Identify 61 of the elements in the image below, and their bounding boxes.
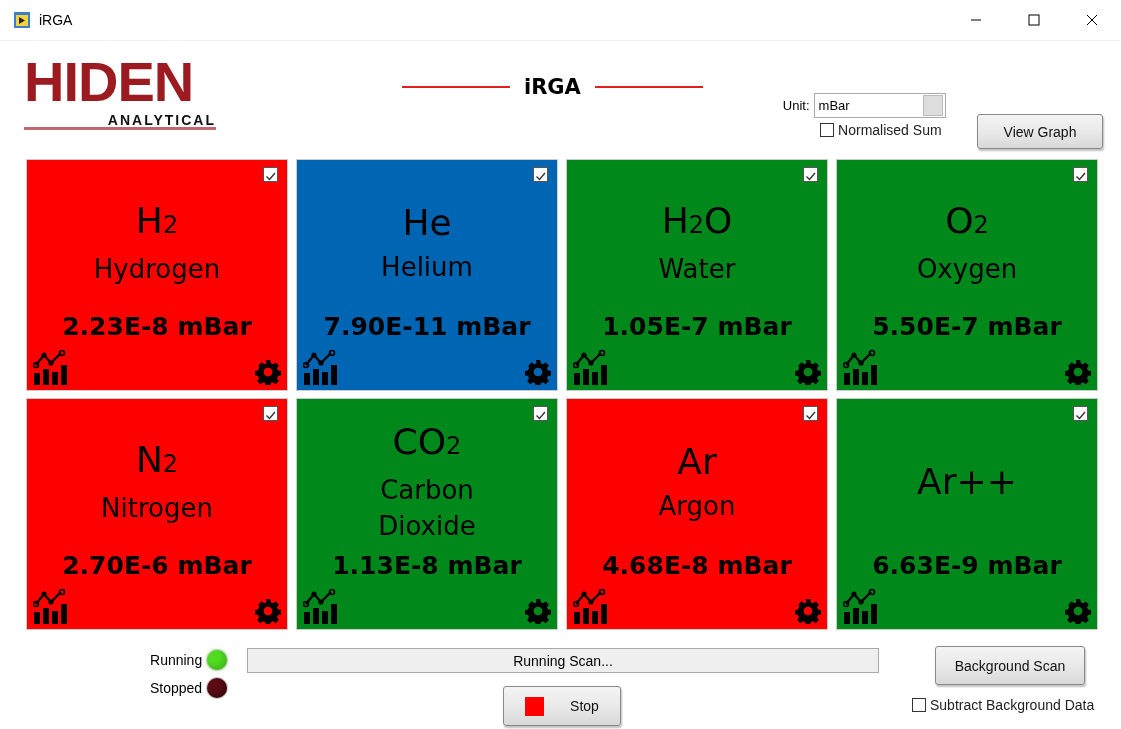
gas-formula: He xyxy=(402,201,452,245)
led-label: Stopped xyxy=(150,680,203,696)
close-icon[interactable] xyxy=(1086,14,1098,26)
settings-icon[interactable] xyxy=(525,598,551,624)
gas-name: Argon xyxy=(658,490,736,523)
stop-button[interactable]: Stop xyxy=(503,686,621,726)
chart-icon[interactable] xyxy=(573,349,609,385)
chart-icon[interactable] xyxy=(573,588,609,624)
checkbox-label: Normalised Sum xyxy=(838,122,942,138)
stop-icon xyxy=(525,696,545,716)
unit-label: Unit: xyxy=(782,98,810,113)
gas-name: Hydrogen xyxy=(93,253,221,286)
gas-name: Helium xyxy=(381,251,473,284)
checkbox-label: Subtract Background Data xyxy=(930,697,1095,713)
gas-name: Oxygen xyxy=(916,253,1018,286)
tile-checkbox[interactable] xyxy=(803,167,818,182)
gas-reading: 1.13E-8 mBar xyxy=(332,551,522,580)
chart-icon[interactable] xyxy=(303,588,339,624)
status-bar: Running Scan... xyxy=(247,648,879,673)
chart-icon[interactable] xyxy=(843,588,879,624)
checkbox[interactable] xyxy=(820,123,835,137)
gas-name: Nitrogen xyxy=(101,492,213,525)
gas-reading: 6.63E-9 mBar xyxy=(872,551,1062,580)
chart-icon[interactable] xyxy=(33,349,69,385)
tile-checkbox[interactable] xyxy=(533,406,548,421)
gas-reading: 2.23E-8 mBar xyxy=(62,312,252,341)
gas-formula: Ar++ xyxy=(917,460,1017,504)
gas-reading: 5.50E-7 mBar xyxy=(872,312,1062,341)
settings-icon[interactable] xyxy=(525,359,551,385)
chart-icon[interactable] xyxy=(33,588,69,624)
tile-checkbox[interactable] xyxy=(533,167,548,182)
settings-icon[interactable] xyxy=(255,598,281,624)
settings-icon[interactable] xyxy=(1065,598,1091,624)
tile-checkbox[interactable] xyxy=(803,406,818,421)
gas-reading: 2.70E-6 mBar xyxy=(62,551,252,580)
background-scan-button[interactable]: Background Scan xyxy=(935,646,1085,685)
maximize-icon[interactable] xyxy=(1028,14,1040,26)
tile-checkbox[interactable] xyxy=(1073,167,1088,182)
unit-dropdown[interactable]: mBar xyxy=(813,93,946,118)
view-graph-button[interactable]: View Graph xyxy=(977,114,1103,149)
chart-icon[interactable] xyxy=(303,349,339,385)
gas-name: Carbon Dioxide xyxy=(377,474,477,543)
led-label: Running xyxy=(150,652,203,668)
gas-name: Water xyxy=(658,253,736,286)
tile-checkbox[interactable] xyxy=(263,167,278,182)
gas-reading: 4.68E-8 mBar xyxy=(602,551,792,580)
settings-icon[interactable] xyxy=(255,359,281,385)
settings-icon[interactable] xyxy=(1065,359,1091,385)
gas-formula: Ar xyxy=(677,440,717,484)
checkbox[interactable] xyxy=(912,698,926,712)
gas-reading: 7.90E-11 mBar xyxy=(323,312,531,341)
settings-icon[interactable] xyxy=(795,598,821,624)
app-icon xyxy=(13,11,31,29)
tile-checkbox[interactable] xyxy=(263,406,278,421)
company-logo: HIDEN ANALYTICAL xyxy=(24,56,216,130)
settings-icon[interactable] xyxy=(795,359,821,385)
chart-icon[interactable] xyxy=(843,349,879,385)
page-title: iRGA xyxy=(524,75,581,99)
gas-reading: 1.05E-7 mBar xyxy=(602,312,792,341)
window-title: iRGA xyxy=(39,12,73,28)
tile-checkbox[interactable] xyxy=(1073,406,1088,421)
